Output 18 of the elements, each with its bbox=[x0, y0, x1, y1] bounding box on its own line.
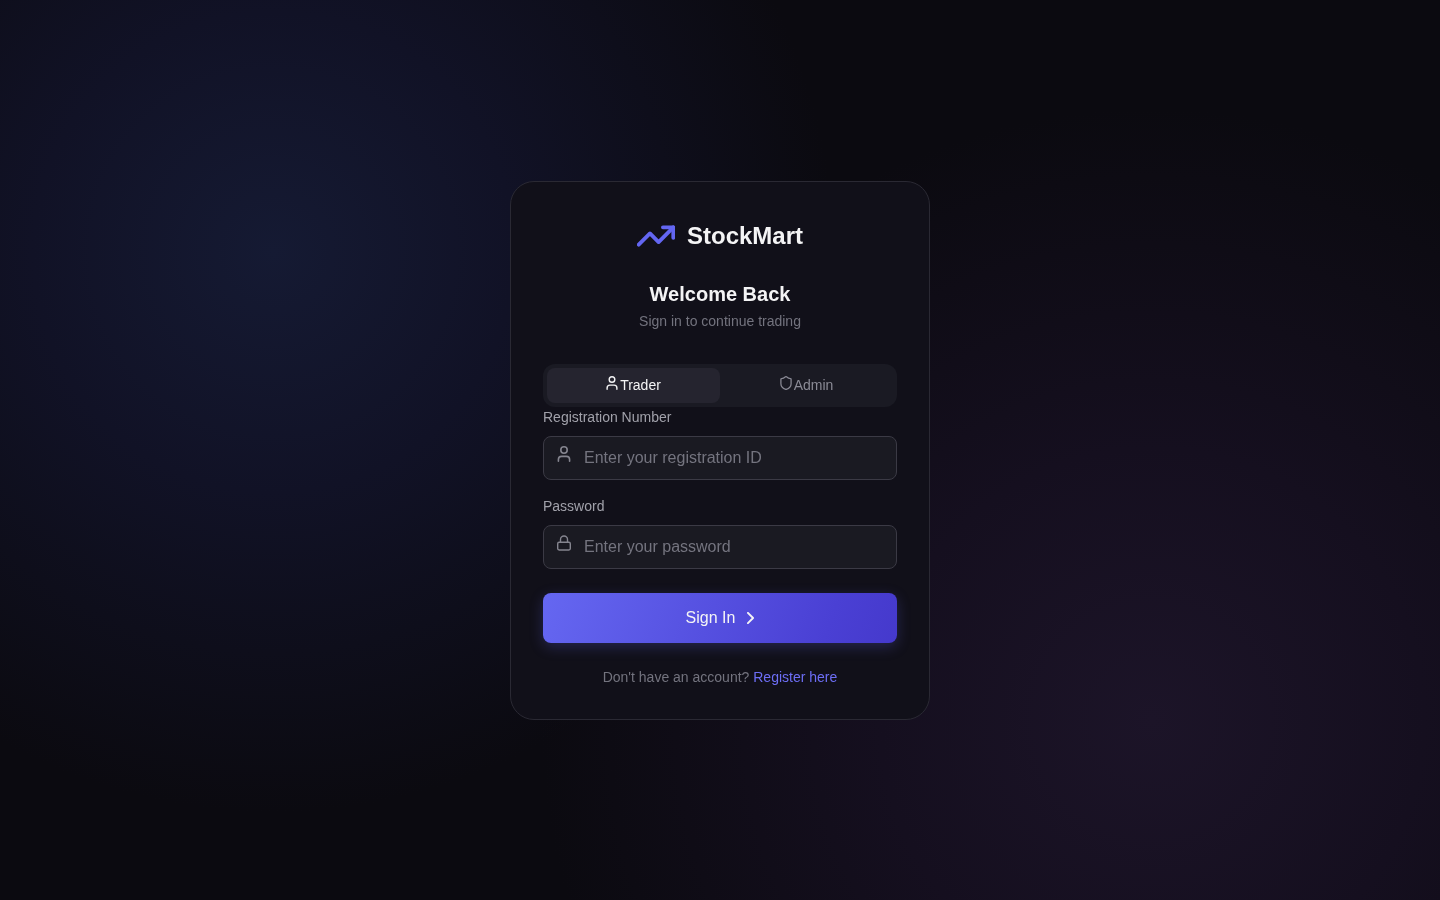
person-icon bbox=[557, 445, 571, 462]
register-prompt: Don't have an account? Register here bbox=[602, 667, 838, 687]
shield-icon bbox=[779, 376, 792, 390]
input-field[interactable]: Enter your password bbox=[543, 524, 897, 569]
person-icon bbox=[606, 376, 619, 390]
role-tab[interactable]: Trader bbox=[547, 367, 720, 403]
role-tab[interactable]: Admin bbox=[720, 367, 893, 403]
register-link[interactable]: Register here bbox=[753, 668, 838, 685]
input-field[interactable]: Enter your registration ID bbox=[543, 435, 897, 480]
field-label: Password bbox=[543, 496, 605, 516]
welcome-title: Welcome Back bbox=[649, 281, 791, 307]
welcome-subtitle: Sign in to continue trading bbox=[639, 311, 801, 331]
brand-name: StockMart bbox=[687, 221, 803, 250]
trend-up-icon bbox=[637, 224, 675, 247]
lock-icon bbox=[557, 534, 571, 551]
sign-in-button[interactable]: Sign In bbox=[543, 592, 897, 643]
field-label: Registration Number bbox=[543, 407, 672, 427]
chevron-right-icon bbox=[747, 611, 755, 624]
